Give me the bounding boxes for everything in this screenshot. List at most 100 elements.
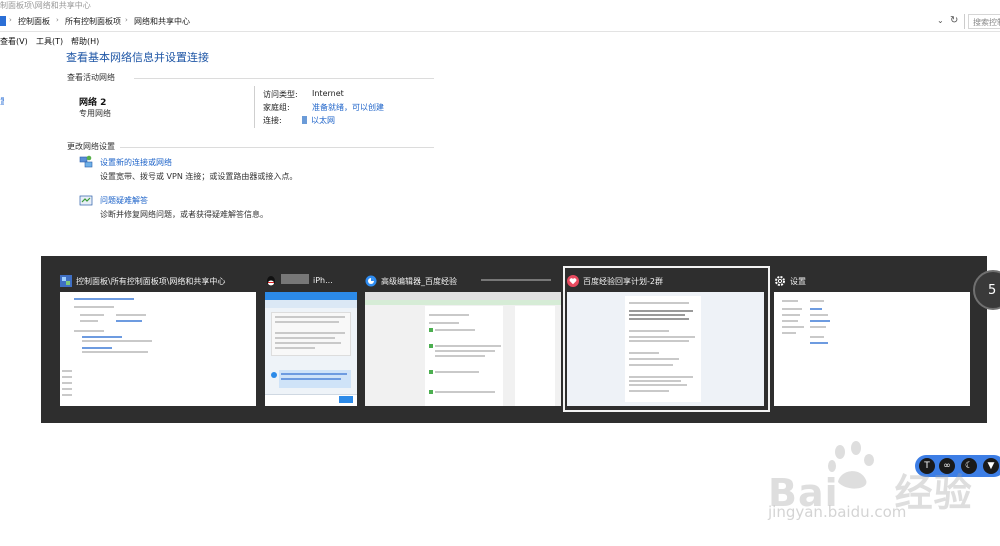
send-button <box>339 396 353 403</box>
setup-connection-desc: 设置宽带、拨号或 VPN 连接；或设置路由器或接入点。 <box>100 172 298 181</box>
ethernet-link-label: 以太网 <box>311 116 335 125</box>
thumb-header <box>265 292 357 300</box>
thumb-line <box>810 314 828 316</box>
thumb-line <box>629 318 689 320</box>
thumb-tabs <box>365 300 561 305</box>
divider <box>254 86 255 128</box>
setup-connection-link[interactable]: 设置新的连接或网络 <box>100 157 172 168</box>
thumb-line <box>629 352 659 354</box>
left-pane-link[interactable]: 置 <box>0 96 4 106</box>
switcher-window-group-chat[interactable]: 百度经验回享计划-2群 <box>563 266 770 412</box>
window-header: 高级编辑器_百度经验 <box>363 268 561 290</box>
window-thumbnail <box>60 292 256 406</box>
divider <box>120 147 434 148</box>
thumb-line <box>629 376 693 378</box>
address-bar[interactable]: › 控制面板 › 所有控制面板项 › 网络和共享中心 ⌄ ↻ 搜索控制面板 <box>0 12 1000 32</box>
thumb-line <box>810 320 830 322</box>
thumb-line <box>481 279 551 281</box>
thumb-line <box>275 321 339 323</box>
thumb-line <box>810 342 828 344</box>
thumb-line <box>782 320 798 322</box>
switcher-window-editor[interactable]: 高级编辑器_百度经验 <box>363 268 561 410</box>
thumb-line <box>62 370 72 372</box>
thumb-line <box>435 329 475 331</box>
window-header: 百度经验回享计划-2群 <box>565 268 768 290</box>
window-header: 控制面板\所有控制面板项\网络和共享中心 <box>58 268 258 290</box>
chevron-right-icon: › <box>9 16 12 24</box>
thumb-line <box>810 336 824 338</box>
thumb-line <box>275 337 335 339</box>
thumb-line <box>629 390 669 392</box>
ethernet-link[interactable]: 以太网 <box>302 115 335 126</box>
qq-icon <box>267 276 275 286</box>
search-input[interactable]: 搜索控制面板 <box>968 14 1000 29</box>
menu-help[interactable]: 帮助(H) <box>71 36 99 47</box>
thumb-step <box>429 344 433 348</box>
refresh-icon[interactable]: ↻ <box>950 15 958 26</box>
thumb-toolbar <box>365 292 561 300</box>
breadcrumb-network-center[interactable]: 网络和共享中心 <box>134 16 190 27</box>
task-switcher: 控制面板\所有控制面板项\网络和共享中心 iPh... 高级编辑器_百度经验 百… <box>41 256 987 423</box>
thumb-line <box>629 380 681 382</box>
menu-view[interactable]: 查看(V) <box>0 36 28 47</box>
thumb-line <box>80 314 104 316</box>
thumb-line <box>275 347 315 349</box>
switcher-window-control-panel[interactable]: 控制面板\所有控制面板项\网络和共享中心 <box>58 268 258 410</box>
window-title: 制面板项\网络和共享中心 <box>0 1 91 10</box>
browser-icon <box>365 275 377 287</box>
window-thumbnail <box>365 292 561 406</box>
chevron-down-icon[interactable]: ⌄ <box>937 16 944 25</box>
thumb-line <box>62 394 72 396</box>
thumb-line <box>429 314 469 316</box>
window-thumbnail <box>774 292 970 406</box>
thumb-line <box>435 350 495 352</box>
thumb-line <box>435 371 479 373</box>
network-type[interactable]: 专用网络 <box>79 108 111 119</box>
thumb-line <box>62 382 72 384</box>
window-thumbnail <box>265 292 357 406</box>
breadcrumb-all-items[interactable]: 所有控制面板项 <box>65 16 121 27</box>
thumb-line <box>782 326 804 328</box>
thumb-line <box>82 336 122 338</box>
thumb-line <box>80 320 98 322</box>
thumb-line <box>275 332 345 334</box>
window-title-bar: 制面板项\网络和共享中心 <box>0 0 1000 12</box>
chevron-right-icon[interactable]: › <box>125 16 128 24</box>
thumb-toolbar <box>265 300 357 308</box>
active-networks-heading: 查看活动网络 <box>67 73 115 82</box>
thumb-line <box>810 300 824 302</box>
thumb-line <box>82 351 148 353</box>
thumb-line <box>116 320 142 322</box>
homegroup-link[interactable]: 准备就绪，可以创建 <box>312 102 384 113</box>
troubleshoot-icon <box>79 195 93 206</box>
window-title: 设置 <box>790 277 806 286</box>
troubleshoot-link[interactable]: 问题疑难解答 <box>100 195 148 206</box>
thumb-line <box>629 384 687 386</box>
menu-tools[interactable]: 工具(T) <box>36 36 63 47</box>
thumb-line <box>810 308 822 310</box>
thumb-line <box>275 342 341 344</box>
chevron-right-icon[interactable]: › <box>56 16 59 24</box>
menu-bar: 查看(V) 工具(T) 帮助(H) <box>0 33 1000 48</box>
redacted-name <box>281 274 309 284</box>
shirt-icon[interactable]: ▼ <box>983 458 999 474</box>
page-title: 查看基本网络信息并设置连接 <box>66 51 209 64</box>
thumb-line <box>629 310 693 312</box>
change-settings-heading: 更改网络设置 <box>67 142 115 151</box>
access-type-label: 访问类型: <box>263 90 298 99</box>
thumb-line <box>782 314 800 316</box>
thumb-line <box>629 302 689 304</box>
thumb-line <box>435 391 495 393</box>
switcher-window-qq[interactable]: iPh... <box>263 268 359 410</box>
thumb-line <box>629 364 673 366</box>
connections-label: 连接: <box>263 116 282 125</box>
switcher-window-settings[interactable]: 设置 <box>772 268 972 410</box>
thumb-step <box>429 328 433 332</box>
troubleshoot-desc: 诊断并修复网络问题，或者获得疑难解答信息。 <box>100 210 268 219</box>
thumb-line <box>62 388 72 390</box>
thumb-line <box>629 314 685 316</box>
access-type-value: Internet <box>312 89 344 98</box>
thumb-line <box>429 322 459 324</box>
window-thumbnail <box>567 292 764 406</box>
breadcrumb-control-panel[interactable]: 控制面板 <box>18 16 50 27</box>
